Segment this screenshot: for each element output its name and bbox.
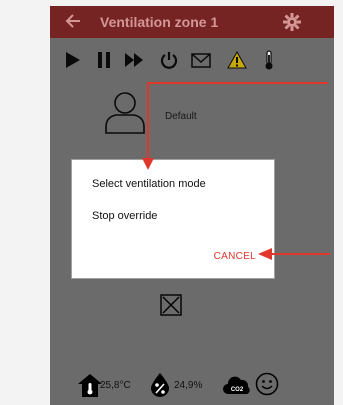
close-box-icon[interactable] [160, 294, 182, 316]
cancel-button[interactable]: CANCEL [214, 251, 256, 262]
humidity-value: 24,9% [174, 380, 203, 391]
co2-cloud-icon: CO2 [223, 376, 250, 394]
app-screen: Ventilation zone 1 Default Select ventil… [50, 6, 334, 405]
smiley-icon [255, 372, 279, 396]
status-bar: 25,8°C 24,9% CO2 [50, 371, 334, 405]
temperature-value: 25,8°C [100, 380, 131, 391]
menu-item-select-ventilation-mode[interactable]: Select ventilation mode [92, 178, 206, 190]
humidity-icon [151, 373, 169, 397]
menu-item-stop-override[interactable]: Stop override [92, 210, 157, 222]
co2-label: CO2 [231, 387, 244, 393]
ventilation-menu-dialog: Select ventilation mode Stop override CA… [71, 159, 275, 279]
